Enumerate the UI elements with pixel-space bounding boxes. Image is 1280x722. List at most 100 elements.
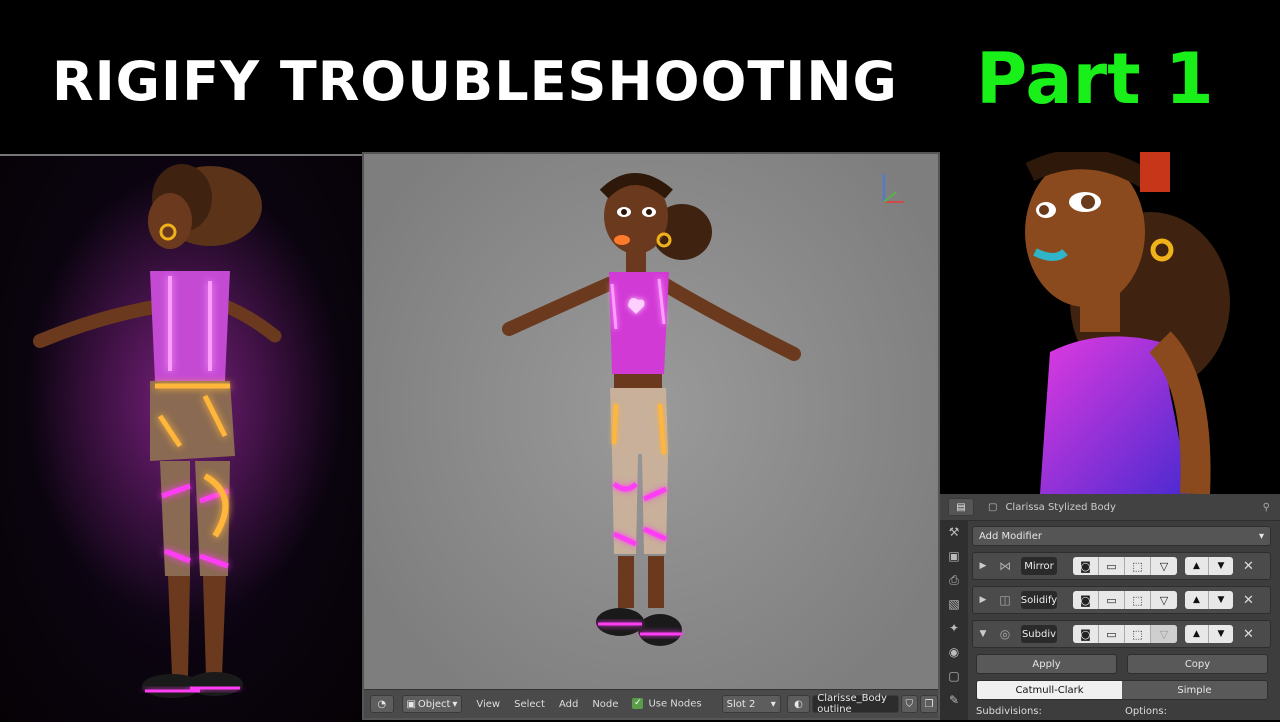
expand-triangle-icon[interactable]: ▶ bbox=[973, 561, 993, 571]
edit-mode-icon[interactable]: ⬚ bbox=[1125, 625, 1151, 643]
simple-option[interactable]: Simple bbox=[1122, 681, 1267, 699]
move-down-icon[interactable]: ▼ bbox=[1209, 591, 1233, 609]
slot-label: Slot 2 bbox=[726, 698, 756, 710]
material-name-field[interactable]: Clarisse_Body outline bbox=[812, 693, 899, 715]
chevron-down-icon: ▾ bbox=[1258, 530, 1264, 542]
duplicate-material-button[interactable]: ❐ bbox=[920, 695, 938, 713]
title-banner: RIGIFY TROUBLESHOOTING Part 1 bbox=[0, 0, 1280, 152]
modifier-move-buttons: ▲ ▼ bbox=[1185, 625, 1233, 643]
scene-icon[interactable]: ✦ bbox=[940, 616, 968, 640]
mode-dropdown[interactable]: ▣ Object ▾ bbox=[401, 695, 463, 713]
chevron-down-icon: ▾ bbox=[770, 698, 776, 710]
node-editor-icon: ◔ bbox=[377, 698, 387, 710]
slot-dropdown[interactable]: Slot 2 ▾ bbox=[721, 695, 781, 713]
character-front-model bbox=[502, 173, 904, 646]
modifier-move-buttons: ▲ ▼ bbox=[1185, 591, 1233, 609]
subdivision-modifier-icon: ◎ bbox=[999, 627, 1011, 641]
expand-triangle-icon[interactable]: ▶ bbox=[973, 595, 993, 605]
axis-gizmo-icon bbox=[883, 174, 904, 203]
remove-modifier-icon[interactable]: ✕ bbox=[1243, 627, 1254, 642]
on-cage-icon[interactable]: ▽ bbox=[1151, 625, 1177, 643]
subdivision-type-selector: Catmull-Clark Simple bbox=[976, 680, 1268, 700]
solidify-modifier-icon: ◫ bbox=[999, 593, 1011, 607]
part-label: Part 1 bbox=[976, 38, 1214, 120]
tool-icon[interactable]: ⚒ bbox=[940, 520, 968, 544]
properties-header: ▤ ▢ Clarissa Stylized Body ⚲ bbox=[940, 494, 1280, 521]
options-label: Options: bbox=[1125, 706, 1167, 717]
editor-type-button[interactable]: ◔ bbox=[370, 695, 394, 713]
menu-select[interactable]: Select bbox=[514, 699, 545, 710]
modifier-mirror: ▶ ⋈ Mirror ◙ ▭ ⬚ ▽ ▲ ▼ ✕ bbox=[972, 552, 1271, 580]
move-up-icon[interactable]: ▲ bbox=[1185, 625, 1209, 643]
modifier-name-field[interactable]: Solidify bbox=[1021, 591, 1057, 609]
menu-node[interactable]: Node bbox=[592, 699, 618, 710]
viewport-display-icon[interactable]: ▭ bbox=[1099, 557, 1125, 575]
use-nodes-label: Use Nodes bbox=[648, 698, 702, 710]
object-mode-icon: ▣ bbox=[406, 698, 416, 710]
world-icon[interactable]: ◉ bbox=[940, 640, 968, 664]
subdivision-section-labels: Subdivisions: Options: bbox=[976, 706, 1268, 717]
pin-icon[interactable]: ⚲ bbox=[1263, 502, 1270, 513]
object-icon[interactable]: ▢ bbox=[940, 664, 968, 688]
edit-mode-icon[interactable]: ⬚ bbox=[1125, 591, 1151, 609]
edit-mode-icon[interactable]: ⬚ bbox=[1125, 557, 1151, 575]
material-sphere-icon: ◐ bbox=[794, 698, 803, 710]
remove-modifier-icon[interactable]: ✕ bbox=[1243, 559, 1254, 574]
material-name: Clarisse_Body outline bbox=[817, 693, 887, 715]
modifier-wrench-icon[interactable]: ✎ bbox=[940, 688, 968, 712]
render-back-view bbox=[0, 154, 362, 722]
mode-label: Object bbox=[417, 698, 451, 710]
modifier-visibility-toggles: ◙ ▭ ⬚ ▽ bbox=[1073, 625, 1177, 643]
modifier-subdivision: ▼ ◎ Subdiv ◙ ▭ ⬚ ▽ ▲ ▼ ✕ bbox=[972, 620, 1271, 648]
move-up-icon[interactable]: ▲ bbox=[1185, 591, 1209, 609]
properties-icon: ▤ bbox=[956, 501, 966, 513]
character-closeup-render bbox=[1025, 152, 1230, 494]
view-layer-icon[interactable]: ▧ bbox=[940, 592, 968, 616]
add-modifier-label: Add Modifier bbox=[979, 530, 1042, 542]
viewport-header: ◔ ▣ Object ▾ View Select Add Node ✓ Use N… bbox=[364, 689, 938, 718]
character-back-render bbox=[25, 164, 345, 698]
render-camera-icon[interactable]: ◙ bbox=[1073, 625, 1099, 643]
use-nodes-toggle[interactable]: ✓ Use Nodes bbox=[632, 698, 702, 710]
on-cage-icon[interactable]: ▽ bbox=[1151, 591, 1177, 609]
properties-tab-bar: ⚒ ▣ ⎙ ▧ ✦ ◉ ▢ ✎ bbox=[940, 520, 968, 720]
catmull-clark-option[interactable]: Catmull-Clark bbox=[977, 681, 1122, 699]
add-modifier-dropdown[interactable]: Add Modifier ▾ bbox=[972, 526, 1271, 546]
fake-user-button[interactable]: ⛉ bbox=[900, 695, 918, 713]
viewport-display-icon[interactable]: ▭ bbox=[1099, 625, 1125, 643]
render-icon[interactable]: ▣ bbox=[940, 544, 968, 568]
move-down-icon[interactable]: ▼ bbox=[1209, 625, 1233, 643]
modifier-name-field[interactable]: Subdiv bbox=[1021, 625, 1057, 643]
render-camera-icon[interactable]: ◙ bbox=[1073, 557, 1099, 575]
chevron-down-icon: ▾ bbox=[452, 698, 458, 710]
3d-viewport[interactable]: ◔ ▣ Object ▾ View Select Add Node ✓ Use N… bbox=[362, 152, 940, 720]
apply-button[interactable]: Apply bbox=[976, 654, 1117, 674]
copy-icon: ❐ bbox=[924, 698, 934, 710]
menu-view[interactable]: View bbox=[476, 699, 500, 710]
shield-icon: ⛉ bbox=[905, 698, 914, 710]
copy-button[interactable]: Copy bbox=[1127, 654, 1268, 674]
on-cage-icon[interactable]: ▽ bbox=[1151, 557, 1177, 575]
menu-add[interactable]: Add bbox=[559, 699, 578, 710]
object-data-icon: ▢ bbox=[988, 501, 998, 513]
editor-type-button[interactable]: ▤ bbox=[948, 498, 974, 516]
render-closeup bbox=[940, 152, 1280, 494]
material-browse-button[interactable]: ◐ bbox=[786, 695, 811, 713]
modifier-visibility-toggles: ◙ ▭ ⬚ ▽ bbox=[1073, 557, 1177, 575]
checkbox-icon: ✓ bbox=[632, 698, 644, 710]
modifier-name-field[interactable]: Mirror bbox=[1021, 557, 1057, 575]
collapse-triangle-icon[interactable]: ▼ bbox=[973, 629, 993, 639]
move-down-icon[interactable]: ▼ bbox=[1209, 557, 1233, 575]
output-icon[interactable]: ⎙ bbox=[940, 568, 968, 592]
modifier-move-buttons: ▲ ▼ bbox=[1185, 557, 1233, 575]
render-camera-icon[interactable]: ◙ bbox=[1073, 591, 1099, 609]
remove-modifier-icon[interactable]: ✕ bbox=[1243, 593, 1254, 608]
object-name: Clarissa Stylized Body bbox=[1005, 501, 1116, 513]
video-title: RIGIFY TROUBLESHOOTING bbox=[52, 50, 898, 113]
modifier-solidify: ▶ ◫ Solidify ◙ ▭ ⬚ ▽ ▲ ▼ ✕ bbox=[972, 586, 1271, 614]
subdivisions-label: Subdivisions: bbox=[976, 706, 1042, 717]
apply-copy-row: Apply Copy bbox=[976, 654, 1268, 674]
viewport-display-icon[interactable]: ▭ bbox=[1099, 591, 1125, 609]
mirror-modifier-icon: ⋈ bbox=[999, 559, 1011, 573]
move-up-icon[interactable]: ▲ bbox=[1185, 557, 1209, 575]
